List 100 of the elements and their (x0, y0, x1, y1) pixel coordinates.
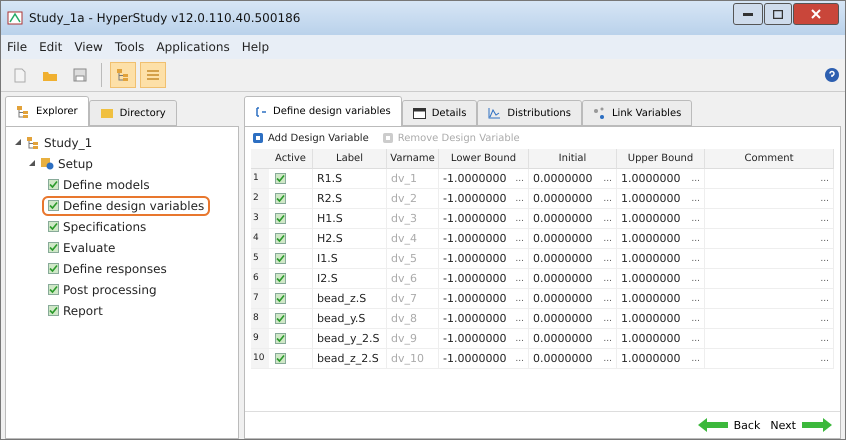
more-button[interactable]: ... (820, 234, 829, 244)
column-header[interactable]: Lower Bound (439, 149, 529, 169)
panel-tab[interactable]: Details (402, 100, 478, 126)
more-button[interactable]: ... (515, 294, 524, 304)
tree-item[interactable]: Report (63, 304, 103, 318)
maximize-button[interactable] (764, 3, 792, 25)
close-button[interactable] (793, 3, 839, 25)
tree-item[interactable]: Setup (58, 156, 93, 170)
step-checkbox[interactable] (48, 200, 59, 211)
tree-item[interactable]: Define responses (63, 262, 167, 276)
action-button[interactable]: Add Design Variable (253, 132, 369, 144)
more-button[interactable]: ... (603, 294, 612, 304)
column-header[interactable]: Label (313, 149, 387, 169)
more-button[interactable]: ... (603, 334, 612, 344)
minimize-button[interactable] (733, 3, 763, 25)
more-button[interactable]: ... (820, 334, 829, 344)
panel-tab[interactable]: Distributions (477, 100, 582, 126)
table-cell: bead_y.S (313, 309, 387, 329)
column-header[interactable]: Varname (387, 149, 439, 169)
step-checkbox[interactable] (48, 305, 59, 316)
nav-button[interactable]: Back (698, 418, 760, 432)
more-button[interactable]: ... (691, 294, 700, 304)
panel-tab[interactable]: Define design variables (244, 96, 402, 126)
more-button[interactable]: ... (603, 234, 612, 244)
toolbar-button[interactable] (140, 62, 166, 88)
active-checkbox[interactable] (275, 213, 286, 224)
toolbar-button[interactable] (110, 62, 136, 88)
more-button[interactable]: ... (691, 314, 700, 324)
nav-button[interactable]: Next (770, 418, 832, 432)
help-icon[interactable] (825, 68, 839, 82)
more-button[interactable]: ... (515, 234, 524, 244)
more-button[interactable]: ... (820, 314, 829, 324)
active-checkbox[interactable] (275, 313, 286, 324)
row-number: 2 (251, 189, 269, 209)
menu-item[interactable]: File (7, 40, 28, 54)
step-checkbox[interactable] (48, 263, 59, 274)
expander-icon[interactable] (28, 159, 36, 167)
more-button[interactable]: ... (603, 214, 612, 224)
more-button[interactable]: ... (603, 254, 612, 264)
more-button[interactable]: ... (603, 274, 612, 284)
more-button[interactable]: ... (820, 254, 829, 264)
column-header[interactable]: Active (269, 149, 313, 169)
more-button[interactable]: ... (691, 234, 700, 244)
column-header[interactable]: Comment (705, 149, 834, 169)
active-checkbox[interactable] (275, 193, 286, 204)
more-button[interactable]: ... (691, 214, 700, 224)
tree-item[interactable]: Define design variables (63, 198, 204, 212)
more-button[interactable]: ... (515, 354, 524, 364)
more-button[interactable]: ... (820, 194, 829, 204)
more-button[interactable]: ... (515, 274, 524, 284)
menu-item[interactable]: Applications (156, 40, 230, 54)
more-button[interactable]: ... (603, 354, 612, 364)
more-button[interactable]: ... (691, 254, 700, 264)
more-button[interactable]: ... (603, 194, 612, 204)
tree-item[interactable]: Post processing (63, 282, 157, 296)
tree-item[interactable]: Evaluate (63, 240, 116, 254)
more-button[interactable]: ... (820, 174, 829, 184)
tree-item[interactable]: Study_1 (44, 136, 92, 150)
more-button[interactable]: ... (603, 174, 612, 184)
active-checkbox[interactable] (275, 253, 286, 264)
menu-item[interactable]: Tools (114, 40, 144, 54)
more-button[interactable]: ... (691, 194, 700, 204)
menu-item[interactable]: View (74, 40, 103, 54)
column-header[interactable]: Upper Bound (617, 149, 705, 169)
step-checkbox[interactable] (48, 179, 59, 190)
more-button[interactable]: ... (820, 214, 829, 224)
more-button[interactable]: ... (691, 334, 700, 344)
more-button[interactable]: ... (515, 214, 524, 224)
more-button[interactable]: ... (691, 174, 700, 184)
active-checkbox[interactable] (275, 333, 286, 344)
more-button[interactable]: ... (820, 274, 829, 284)
menu-item[interactable]: Edit (39, 40, 62, 54)
more-button[interactable]: ... (691, 354, 700, 364)
step-checkbox[interactable] (48, 221, 59, 232)
active-checkbox[interactable] (275, 293, 286, 304)
menu-item[interactable]: Help (242, 40, 270, 54)
more-button[interactable]: ... (515, 334, 524, 344)
active-checkbox[interactable] (275, 173, 286, 184)
more-button[interactable]: ... (515, 194, 524, 204)
table-cell: R1.S (313, 169, 387, 189)
more-button[interactable]: ... (515, 254, 524, 264)
tree-item[interactable]: Define models (63, 178, 150, 192)
step-checkbox[interactable] (48, 284, 59, 295)
more-button[interactable]: ... (515, 174, 524, 184)
active-checkbox[interactable] (275, 353, 286, 364)
panel-tab[interactable]: Explorer (5, 96, 89, 126)
active-checkbox[interactable] (275, 233, 286, 244)
more-button[interactable]: ... (691, 274, 700, 284)
expander-icon[interactable] (14, 138, 22, 146)
add-icon (382, 133, 393, 143)
step-checkbox[interactable] (48, 242, 59, 253)
more-button[interactable]: ... (515, 314, 524, 324)
panel-tab[interactable]: Directory (88, 100, 177, 126)
column-header[interactable]: Initial (529, 149, 617, 169)
more-button[interactable]: ... (820, 354, 829, 364)
more-button[interactable]: ... (820, 294, 829, 304)
tree-item[interactable]: Specifications (63, 220, 146, 234)
active-checkbox[interactable] (275, 273, 286, 284)
more-button[interactable]: ... (603, 314, 612, 324)
panel-tab[interactable]: Link Variables (582, 100, 692, 126)
